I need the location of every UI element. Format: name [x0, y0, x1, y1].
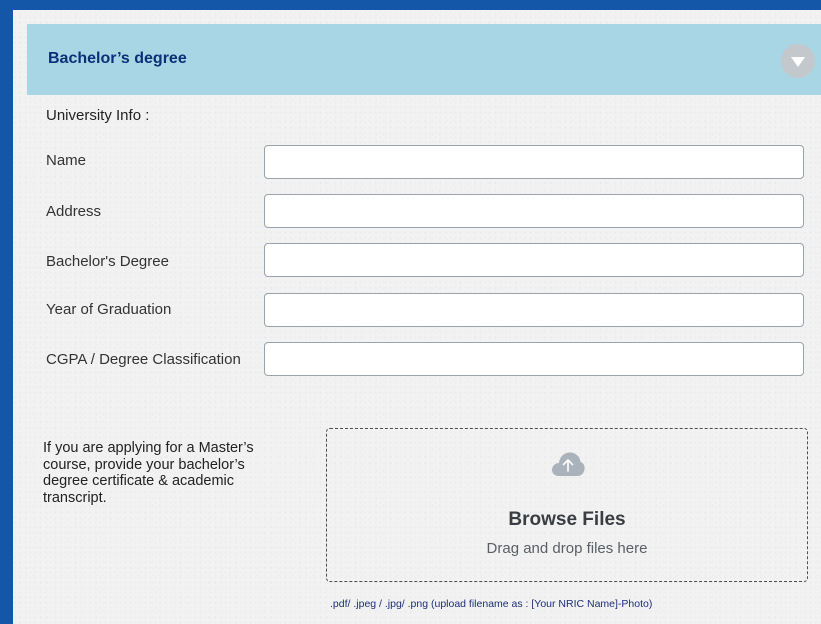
year-of-graduation-field[interactable]	[264, 293, 804, 327]
chevron-down-circle-icon[interactable]	[781, 44, 815, 78]
name-label: Name	[46, 152, 87, 169]
upload-instructions: If you are applying for a Master’s cours…	[43, 440, 254, 506]
name-field[interactable]	[264, 145, 804, 179]
browse-files-label: Browse Files	[508, 509, 626, 530]
form-panel: Bachelor’s degree University Info : Name…	[13, 10, 821, 624]
cgpa-label: CGPA / Degree Classification	[46, 351, 241, 368]
accordion-title: Bachelor’s degree	[48, 50, 187, 67]
cgpa-field[interactable]	[264, 342, 804, 376]
cloud-upload-icon	[551, 451, 585, 482]
bachelors-degree-label: Bachelor's Degree	[46, 253, 169, 270]
bachelors-degree-field[interactable]	[264, 243, 804, 277]
year-of-graduation-label: Year of Graduation	[46, 301, 172, 318]
section-label: University Info :	[46, 107, 150, 124]
file-dropzone[interactable]: Browse Files Drag and drop files here	[326, 428, 808, 582]
drag-drop-label: Drag and drop files here	[486, 540, 648, 557]
accordion-header[interactable]: Bachelor’s degree	[27, 24, 821, 95]
file-format-hint: .pdf/ .jpeg / .jpg/ .png (upload filenam…	[330, 598, 653, 610]
address-label: Address	[46, 203, 102, 220]
address-field[interactable]	[264, 194, 804, 228]
